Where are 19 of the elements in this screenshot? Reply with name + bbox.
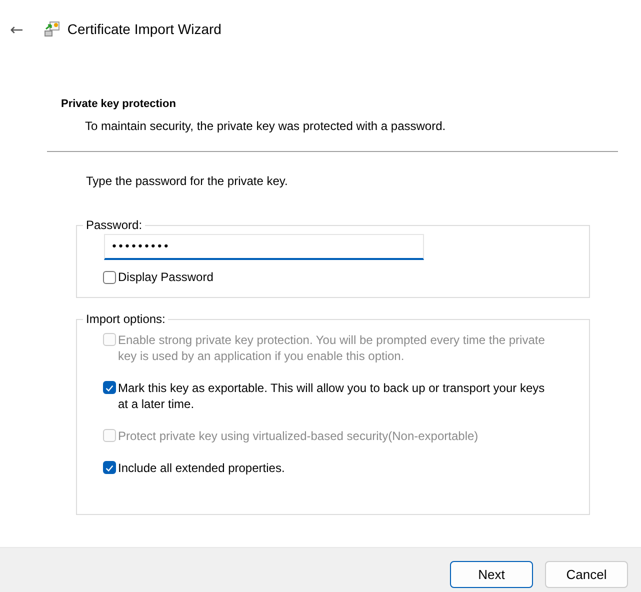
checkbox-label: Include all extended properties. — [118, 460, 285, 476]
checkbox-label: Protect private key using virtualized-based security(Non-exportable) — [118, 428, 478, 444]
section-description: To maintain security, the private key was protected with a password. — [85, 119, 447, 133]
checkbox[interactable] — [103, 381, 116, 394]
checkbox-label: Mark this key as exportable. This will allow you to back up or transport your keys at a later time. — [118, 380, 546, 412]
next-button[interactable]: Next — [450, 560, 533, 588]
password-field[interactable]: ••••••••• — [104, 234, 424, 260]
checkbox-label: Display Password — [118, 270, 214, 284]
instruction-text: Type the password for the private key. — [86, 174, 289, 188]
section-title: Private key protection — [61, 98, 177, 110]
group-label: Import options: — [85, 312, 166, 326]
certificate-icon — [43, 20, 62, 38]
cancel-button[interactable]: Cancel — [545, 560, 628, 588]
group-label: Password: — [85, 218, 144, 232]
window-title: Certificate Import Wizard — [67, 21, 222, 37]
checkbox[interactable] — [103, 271, 116, 284]
checkbox-label: Enable strong private key protection. You will be prompted every time the private key is used by an application if you enable this option. — [118, 332, 546, 364]
back-button[interactable]: ← — [4, 18, 30, 40]
checkbox[interactable] — [103, 461, 116, 474]
